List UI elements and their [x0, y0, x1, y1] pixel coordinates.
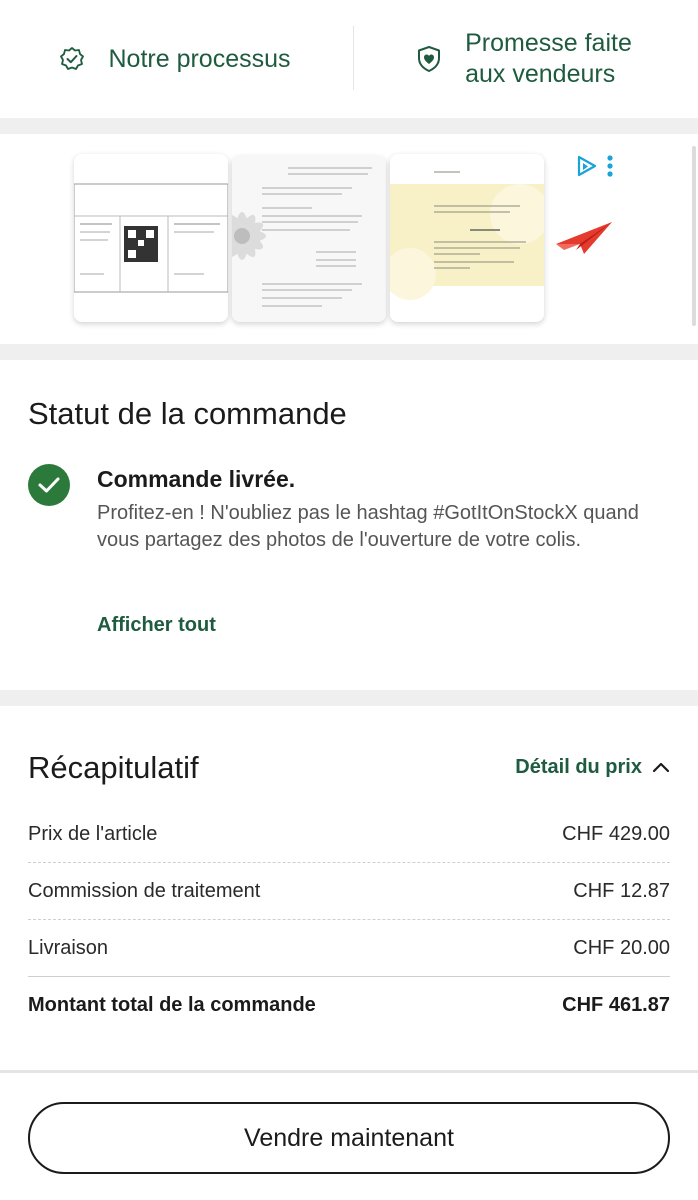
order-status-title: Statut de la commande — [28, 396, 347, 431]
order-status-section: Statut de la commande Commande livrée. P… — [0, 360, 698, 690]
chevron-up-icon — [652, 756, 670, 779]
bottom-divider — [0, 1070, 698, 1073]
shield-heart-icon — [415, 45, 443, 73]
shipping-value: CHF 20.00 — [573, 936, 670, 959]
ad-controls — [576, 154, 614, 183]
price-detail-label: Détail du prix — [515, 756, 642, 778]
paper-plane-icon — [554, 220, 614, 265]
item-price-label: Prix de l'article — [28, 822, 158, 845]
ad-choices-icon[interactable] — [576, 155, 598, 182]
seller-promise-label: Promesse faite aux vendeurs — [465, 29, 632, 88]
ad-scrollbar[interactable] — [692, 146, 696, 326]
processing-fee-value: CHF 12.87 — [573, 879, 670, 902]
price-detail-toggle[interactable]: Détail du prix — [515, 756, 670, 779]
section-separator — [0, 344, 698, 360]
order-total-value: CHF 461.87 — [562, 994, 670, 1016]
our-process-link[interactable]: Notre processus — [0, 0, 349, 118]
order-summary-section: Récapitulatif Détail du prix Prix de l'a… — [0, 706, 698, 1070]
checkmark-icon — [28, 464, 70, 506]
seller-promise-link[interactable]: Promesse faite aux vendeurs — [349, 0, 698, 118]
order-delivered-heading: Commande livrée. — [97, 466, 296, 492]
summary-title: Récapitulatif — [28, 750, 199, 785]
price-row-total: Montant total de la commande CHF 461.87 — [28, 977, 670, 1034]
top-links: Notre processus Promesse faite aux vende… — [0, 0, 698, 118]
price-row-fee: Commission de traitement CHF 12.87 — [28, 863, 670, 920]
shipping-label: Livraison — [28, 936, 109, 959]
our-process-label: Notre processus — [108, 44, 291, 73]
price-row-item: Prix de l'article CHF 429.00 — [28, 806, 670, 863]
ad-yellow-card-image[interactable] — [390, 154, 544, 322]
price-row-shipping: Livraison CHF 20.00 — [28, 920, 670, 977]
more-vertical-icon[interactable] — [606, 154, 614, 183]
section-separator — [0, 118, 698, 134]
verified-badge-icon — [58, 45, 86, 73]
order-delivered-description: Profitez-en ! N'oubliez pas le hashtag #… — [97, 502, 639, 551]
ad-letter-flower-image[interactable] — [232, 156, 386, 322]
price-rows: Prix de l'article CHF 429.00 Commission … — [28, 806, 670, 1034]
processing-fee-label: Commission de traitement — [28, 879, 261, 902]
item-price-value: CHF 429.00 — [562, 822, 670, 845]
order-total-label: Montant total de la commande — [28, 994, 316, 1016]
section-separator — [0, 690, 698, 706]
top-divider — [353, 26, 354, 90]
ad-banner[interactable] — [0, 134, 698, 344]
sell-now-button[interactable]: Vendre maintenant — [28, 1102, 670, 1174]
show-all-link[interactable]: Afficher tout — [97, 614, 216, 637]
ad-label-image[interactable] — [74, 154, 228, 322]
